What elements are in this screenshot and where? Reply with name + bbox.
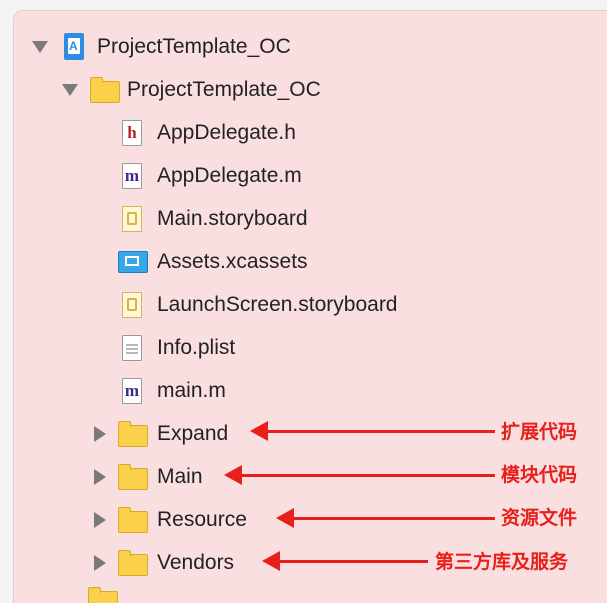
tree-row-file[interactable]: Main.storyboard [14, 201, 607, 237]
folder-icon [118, 507, 148, 533]
tree-row-label: Main.storyboard [157, 207, 308, 230]
annotation-arrow-line [278, 560, 428, 563]
tree-row-file[interactable]: m main.m [14, 373, 607, 409]
tree-row-file[interactable]: Assets.xcassets [14, 244, 607, 280]
tree-row-label: Assets.xcassets [157, 250, 308, 273]
annotation-vendors: 第三方库及服务 [435, 552, 569, 573]
disclosure-closed-icon[interactable] [94, 555, 106, 571]
header-file-icon: h [122, 120, 142, 146]
annotation-expand: 扩展代码 [501, 422, 578, 443]
disclosure-closed-icon[interactable] [94, 512, 106, 528]
storyboard-file-icon [122, 206, 142, 232]
folder-icon [118, 464, 148, 490]
folder-icon [118, 421, 148, 447]
annotation-arrow-line [240, 474, 495, 477]
asset-catalog-icon [118, 251, 148, 273]
tree-row-file[interactable]: LaunchScreen.storyboard [14, 287, 607, 323]
objc-file-icon: m [122, 378, 142, 404]
disclosure-closed-icon[interactable] [94, 469, 106, 485]
tree-row-label: Info.plist [157, 336, 236, 359]
tree-row-label: LaunchScreen.storyboard [157, 293, 398, 316]
annotation-arrow-line [266, 430, 495, 433]
project-navigator: ProjectTemplate_OC ProjectTemplate_OC h … [13, 10, 607, 603]
xcode-project-icon [64, 33, 84, 60]
folder-icon [90, 77, 120, 103]
annotation-arrow-line [292, 517, 495, 520]
annotation-resource: 资源文件 [501, 508, 578, 529]
tree-row-label: AppDelegate.m [157, 164, 302, 187]
tree-row-label: Resource [157, 508, 247, 531]
objc-file-icon: m [122, 163, 142, 189]
tree-row-label: Expand [157, 422, 229, 445]
tree-row-file[interactable]: h AppDelegate.h [14, 115, 607, 151]
tree-row-group[interactable]: ProjectTemplate_OC [14, 72, 607, 108]
tree-row-label: Vendors [157, 551, 235, 574]
tree-row-project[interactable]: ProjectTemplate_OC [14, 29, 607, 65]
tree-row-file[interactable]: m AppDelegate.m [14, 158, 607, 194]
tree-row-label: Main [157, 465, 203, 488]
folder-icon [88, 587, 118, 603]
tree-row-file[interactable]: Info.plist [14, 330, 607, 366]
tree-row-label: ProjectTemplate_OC [97, 35, 291, 58]
tree-row-label: ProjectTemplate_OC [127, 78, 321, 101]
disclosure-open-icon[interactable] [32, 41, 48, 53]
disclosure-closed-icon[interactable] [94, 426, 106, 442]
plist-file-icon [122, 335, 142, 361]
annotation-main: 模块代码 [501, 465, 578, 486]
tree-row-label: main.m [157, 379, 226, 402]
folder-icon [118, 550, 148, 576]
storyboard-file-icon [122, 292, 142, 318]
tree-row-label: AppDelegate.h [157, 121, 296, 144]
disclosure-open-icon[interactable] [62, 84, 78, 96]
